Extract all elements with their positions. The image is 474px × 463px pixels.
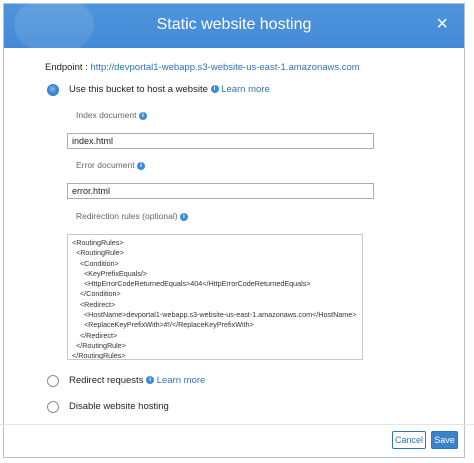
host-website-radio[interactable] [47,84,59,96]
index-document-field-label: Index document i [76,110,147,120]
redirection-rules-textarea[interactable]: <RoutingRules> <RoutingRule> <Condition>… [67,234,363,360]
host-learn-more-link[interactable]: Learn more [221,84,270,95]
dialog-header: Static website hosting × [4,0,464,54]
redirect-requests-option: Redirect requests i Learn more [69,375,205,386]
redirection-rules-field-label: Redirection rules (optional) i [76,211,188,221]
footer-divider [0,424,474,425]
error-document-label: Error document [76,160,135,170]
index-document-label: Index document [76,110,137,120]
close-icon[interactable]: × [436,14,448,34]
cancel-button[interactable]: Cancel [392,431,426,449]
redirection-rules-info-icon[interactable]: i [179,212,188,221]
error-document-input[interactable] [67,183,374,199]
dialog-title: Static website hosting [156,16,312,33]
redirect-requests-radio[interactable] [47,375,59,387]
index-document-input[interactable] [67,133,374,149]
save-button[interactable]: Save [431,431,458,449]
endpoint-row: Endpoint : http://devportal1-webapp.s3-w… [45,62,360,73]
disable-hosting-label: Disable website hosting [69,401,169,412]
redirection-rules-label: Redirection rules (optional) [76,211,178,221]
info-icon[interactable]: i [210,85,219,94]
host-website-option: Use this bucket to host a website i Lear… [69,84,270,95]
redirect-requests-label: Redirect requests [69,375,144,386]
endpoint-label: Endpoint : [45,62,91,73]
host-website-label: Use this bucket to host a website [69,84,208,95]
index-document-info-icon[interactable]: i [138,111,147,120]
endpoint-url-link[interactable]: http://devportal1-webapp.s3-website-us-e… [90,62,359,73]
error-document-info-icon[interactable]: i [136,161,145,170]
error-document-field-label: Error document i [76,160,145,170]
info-icon[interactable]: i [146,376,155,385]
redirect-learn-more-link[interactable]: Learn more [157,375,206,386]
disable-hosting-radio[interactable] [47,401,59,413]
